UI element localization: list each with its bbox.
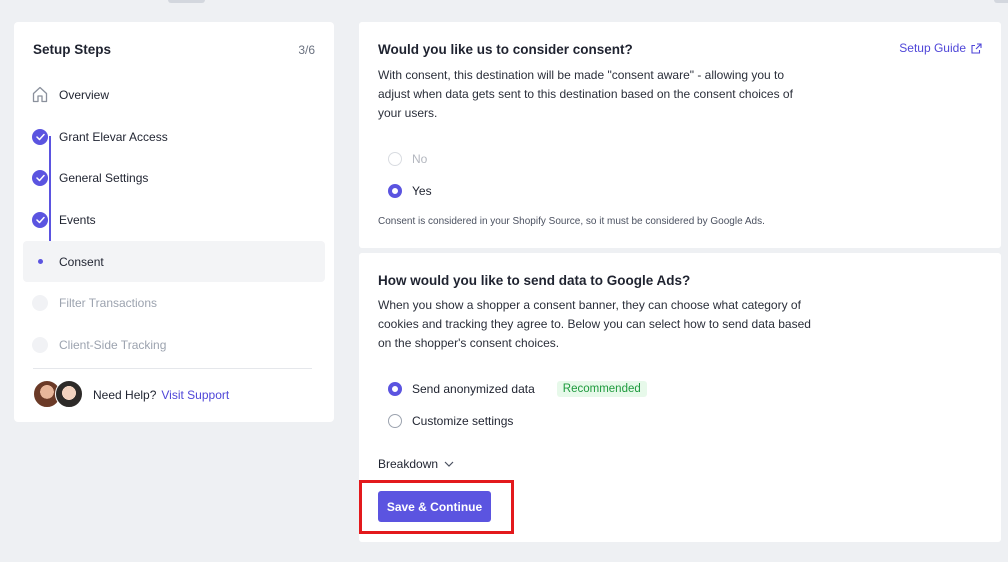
top-right-stub xyxy=(994,0,1008,3)
pending-step-icon xyxy=(32,295,48,312)
step-general-settings[interactable]: General Settings xyxy=(23,157,325,199)
step-grant-elevar-access[interactable]: Grant Elevar Access xyxy=(23,116,325,158)
radio-label: No xyxy=(412,152,428,166)
step-label: General Settings xyxy=(59,171,149,186)
step-label: Client-Side Tracking xyxy=(59,337,167,352)
sidebar-header: Setup Steps 3/6 xyxy=(33,42,315,57)
step-label: Grant Elevar Access xyxy=(59,129,168,144)
consent-card-title: Would you like us to consider consent? xyxy=(378,42,633,57)
send-data-card: How would you like to send data to Googl… xyxy=(359,253,1001,542)
consent-option-yes[interactable]: Yes xyxy=(388,184,432,198)
avatar xyxy=(55,380,83,408)
radio-yes[interactable] xyxy=(388,184,402,198)
radio-customize[interactable] xyxy=(388,414,402,428)
radio-label: Customize settings xyxy=(412,414,514,428)
step-counter: 3/6 xyxy=(298,42,315,57)
send-data-title: How would you like to send data to Googl… xyxy=(378,273,691,288)
setup-guide-label: Setup Guide xyxy=(899,41,966,55)
divider xyxy=(33,368,312,369)
step-events[interactable]: Events xyxy=(23,199,325,241)
chevron-down-icon xyxy=(444,461,454,467)
recommended-badge: Recommended xyxy=(556,381,647,397)
consent-card: Would you like us to consider consent? S… xyxy=(359,22,1001,248)
visit-support-link[interactable]: Visit Support xyxy=(161,388,229,402)
consent-note: Consent is considered in your Shopify So… xyxy=(378,216,765,227)
home-icon xyxy=(32,87,48,103)
consent-description: With consent, this destination will be m… xyxy=(378,68,793,120)
step-filter-transactions: Filter Transactions xyxy=(23,282,325,324)
radio-anonymized[interactable] xyxy=(388,382,402,396)
check-icon xyxy=(32,170,48,187)
breakdown-label: Breakdown xyxy=(378,457,439,471)
current-step-dot-icon xyxy=(32,254,48,270)
radio-no[interactable] xyxy=(388,152,402,166)
consent-option-no[interactable]: No xyxy=(388,152,427,166)
help-text: Need Help? xyxy=(93,388,157,402)
step-client-side-tracking: Client-Side Tracking xyxy=(23,324,325,366)
step-label: Overview xyxy=(59,87,110,102)
pending-step-icon xyxy=(32,336,48,353)
top-tab-stub xyxy=(168,0,205,3)
breakdown-toggle[interactable]: Breakdown xyxy=(378,457,454,471)
setup-steps-sidebar: Setup Steps 3/6 Overview Grant Elevar Ac… xyxy=(14,22,334,422)
setup-guide-link[interactable]: Setup Guide xyxy=(899,41,982,55)
radio-label: Yes xyxy=(412,184,432,198)
step-label: Consent xyxy=(59,254,104,269)
step-overview[interactable]: Overview xyxy=(23,74,325,116)
check-icon xyxy=(32,128,48,145)
step-consent[interactable]: Consent xyxy=(23,240,325,283)
send-option-customize[interactable]: Customize settings xyxy=(388,414,513,428)
step-label: Events xyxy=(59,212,96,227)
external-link-icon xyxy=(971,42,982,54)
step-label: Filter Transactions xyxy=(59,296,158,311)
help-section: Need Help? Visit Support xyxy=(33,380,229,410)
send-data-description: When you show a shopper a consent banner… xyxy=(378,298,811,350)
sidebar-title: Setup Steps xyxy=(33,42,112,57)
support-avatars xyxy=(33,380,89,410)
check-icon xyxy=(32,211,48,228)
save-continue-button[interactable]: Save & Continue xyxy=(378,491,491,522)
send-option-anonymized[interactable]: Send anonymized data Recommended xyxy=(388,381,647,397)
steps-list: Overview Grant Elevar Access General Set… xyxy=(23,74,325,366)
radio-label: Send anonymized data xyxy=(412,382,535,396)
